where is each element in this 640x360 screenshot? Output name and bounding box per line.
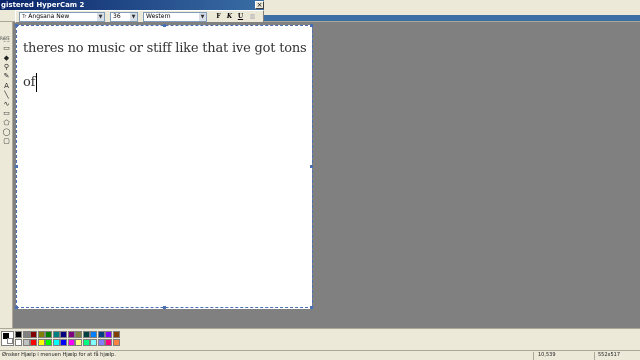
status-help-text: Ønsker Hjælp i menuen Hjælp for at få hj… [2,352,116,358]
toolbox: Redi ⬚ ▭ ◆ ⚲ ✎ A ╲ ∿ ▭ ⬠ ◯ ▢ [0,22,13,328]
magnifier-tool-icon[interactable]: ⚲ [2,63,11,71]
text-caret [36,73,37,92]
fill-tool-icon[interactable]: ◆ [2,54,11,62]
canvas-size: 552x517 [598,352,621,358]
bold-button[interactable]: F [214,12,223,22]
status-divider [594,352,595,360]
color-swatch[interactable] [15,339,22,346]
color-swatch[interactable] [52,331,60,338]
color-swatch[interactable] [45,339,52,346]
color-swatch[interactable] [60,331,67,338]
resize-handle[interactable] [15,306,18,309]
color-swatch[interactable] [30,339,37,346]
curve-tool-icon[interactable]: ∿ [2,100,11,108]
resize-handle[interactable] [310,24,313,27]
drawing-canvas[interactable] [16,25,312,309]
color-swatch[interactable] [75,331,82,338]
color-swatch[interactable] [15,331,22,338]
status-divider [533,352,534,360]
line-tool-icon[interactable]: ╲ [2,91,11,99]
resize-handle[interactable] [163,24,166,27]
font-name-value: Angsana New [28,13,70,20]
color-swatch[interactable] [82,339,90,346]
color-swatch[interactable] [112,331,120,338]
color-swatch[interactable] [52,339,60,346]
title-bar-band [264,15,640,21]
font-size-select[interactable]: 36 ▼ [110,12,138,22]
color-swatch[interactable] [37,331,45,338]
cursor-coordinates: 10,539 [538,352,556,358]
font-name-select[interactable]: Tr Angsana New ▼ [19,12,105,22]
rectangle-tool-icon[interactable]: ▭ [2,109,11,117]
resize-handle[interactable] [310,165,313,168]
script-value: Western [146,13,171,20]
chevron-down-icon[interactable]: ▼ [130,13,137,21]
color-swatch[interactable] [60,339,67,346]
canvas-text-line[interactable]: of [23,75,35,90]
eraser-tool-icon[interactable]: ▭ [2,44,11,52]
color-swatch[interactable] [37,339,45,346]
color-swatch[interactable] [30,331,37,338]
color-swatch[interactable] [75,339,82,346]
resize-handle[interactable] [15,165,18,168]
color-palette [0,328,640,350]
font-type-icon: Tr [22,14,27,20]
background-color [7,338,13,344]
color-swatch[interactable] [67,331,75,338]
font-toolbar: Tr Angsana New ▼ 36 ▼ Western ▼ F K U ▥ [15,10,264,23]
vertical-text-button[interactable]: ▥ [248,12,257,22]
pencil-tool-icon[interactable]: ✎ [2,72,11,80]
color-swatch[interactable] [22,331,30,338]
text-tool-icon[interactable]: A [2,82,11,90]
italic-button[interactable]: K [225,12,234,22]
color-swatch[interactable] [90,331,97,338]
color-swatch[interactable] [90,339,97,346]
window-title: gistered HyperCam 2 [0,0,264,10]
chevron-down-icon[interactable]: ▼ [97,13,104,21]
chevron-down-icon[interactable]: ▼ [199,13,206,21]
color-swatch[interactable] [112,339,120,346]
font-size-value: 36 [113,13,121,20]
color-swatch[interactable] [97,339,105,346]
color-swatch[interactable] [105,331,112,338]
resize-handle[interactable] [15,24,18,27]
color-swatch[interactable] [67,339,75,346]
color-swatch[interactable] [45,331,52,338]
current-colors-indicator[interactable] [1,331,14,346]
color-swatch[interactable] [97,331,105,338]
resize-handle[interactable] [310,306,313,309]
rounded-rect-tool-icon[interactable]: ▢ [2,137,11,145]
canvas-text-line[interactable]: theres no music or stiff like that ive g… [23,41,307,56]
polygon-tool-icon[interactable]: ⬠ [2,119,11,127]
status-bar: Ønsker Hjælp i menuen Hjælp for at få hj… [0,350,640,360]
resize-handle[interactable] [163,306,166,309]
color-swatch[interactable] [82,331,90,338]
ellipse-tool-icon[interactable]: ◯ [2,128,11,136]
close-button[interactable]: × [255,1,264,9]
swatch-grid [15,331,120,347]
script-select[interactable]: Western ▼ [143,12,207,22]
select-tool-icon[interactable]: ⬚ [2,35,11,43]
color-swatch[interactable] [22,339,30,346]
color-swatch[interactable] [105,339,112,346]
underline-button[interactable]: U [236,12,245,22]
